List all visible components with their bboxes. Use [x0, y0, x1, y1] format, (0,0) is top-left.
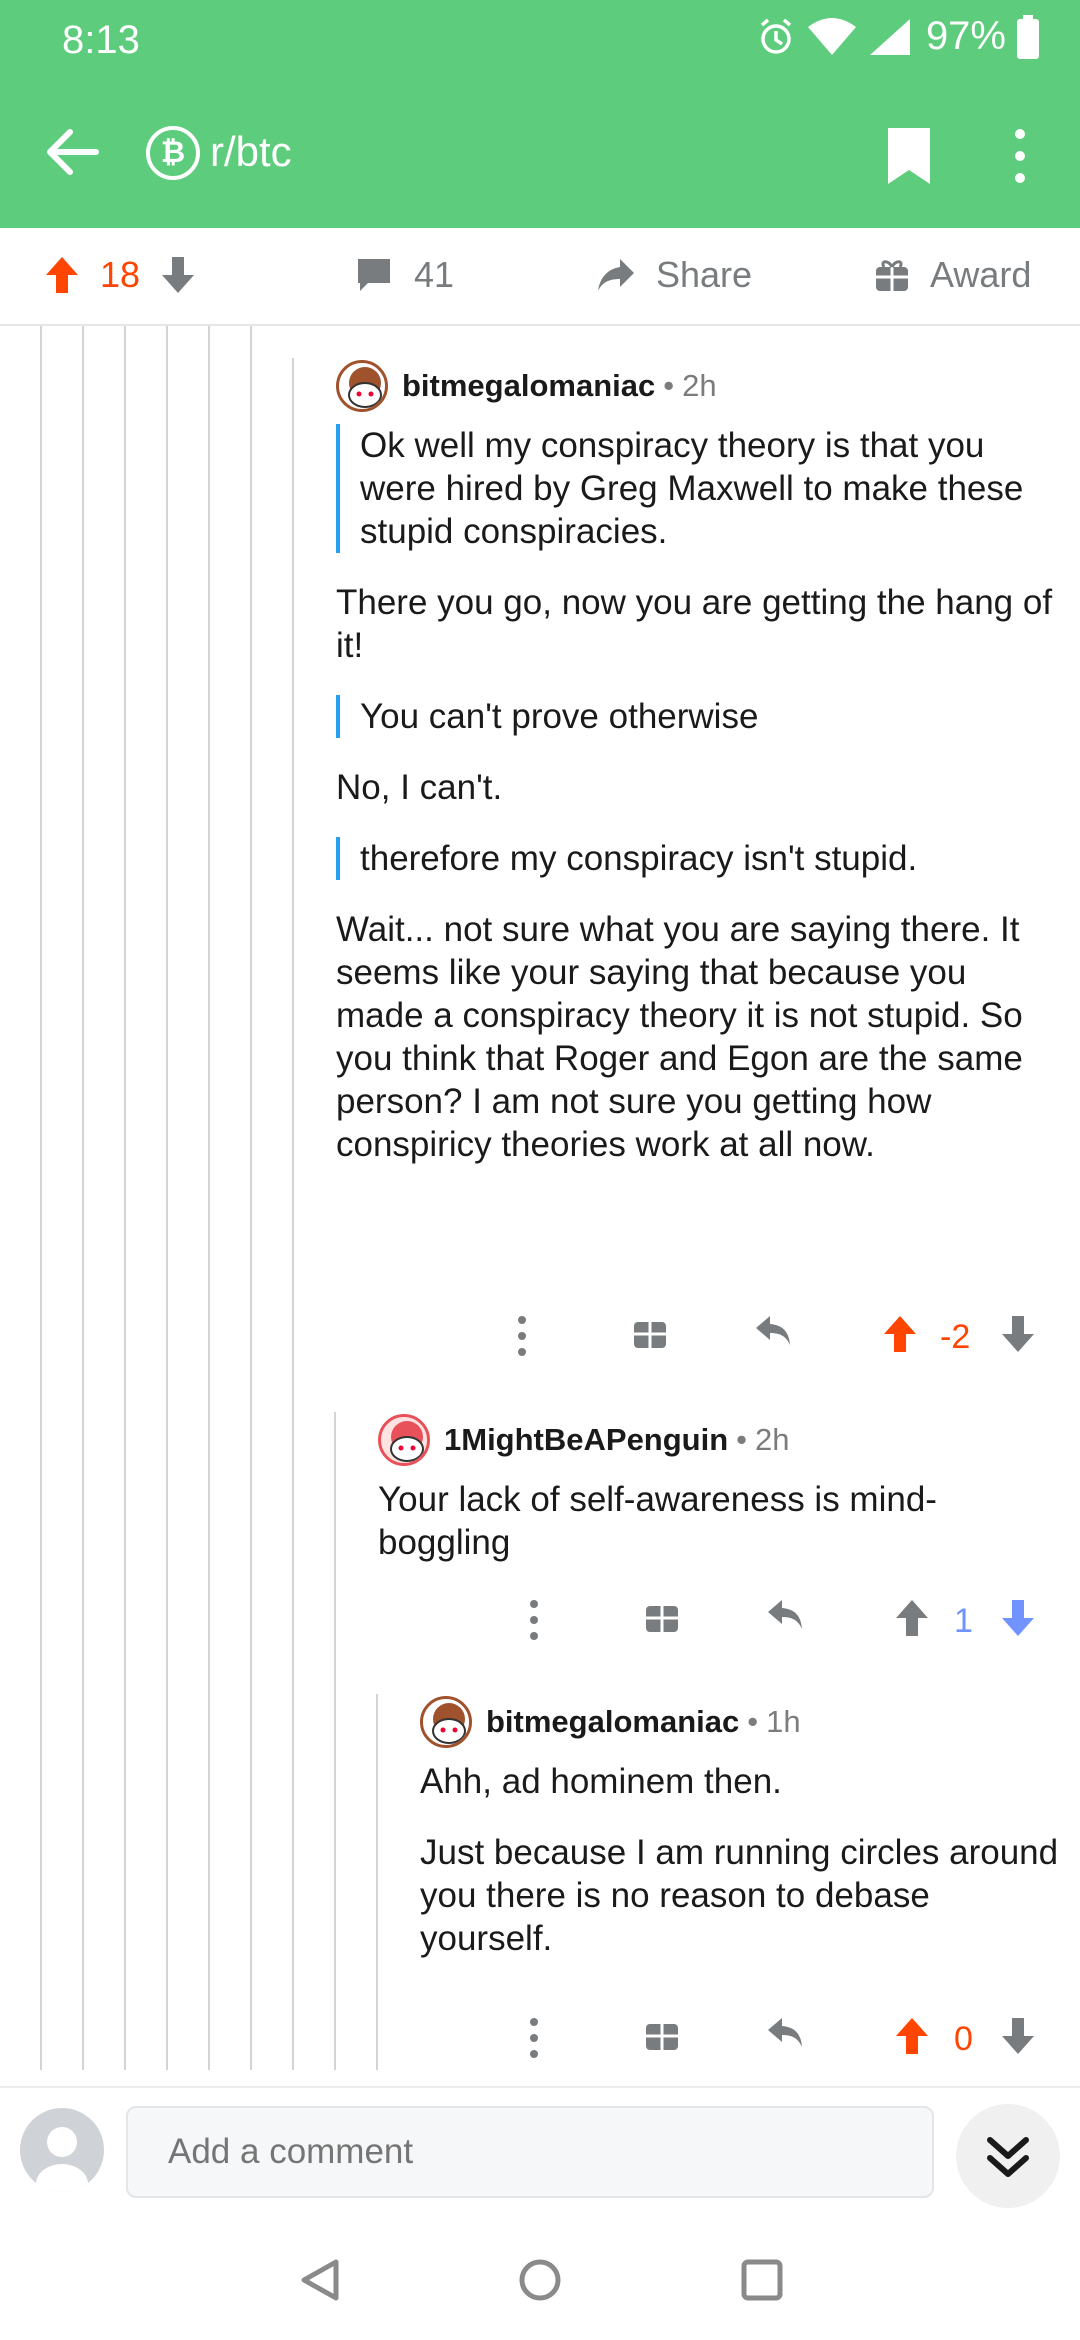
comment-header: 1MightBeAPenguin • 2h	[378, 1412, 1060, 1468]
comment-body: Ahh, ad hominem then. Just because I am …	[420, 1760, 1060, 1960]
add-comment-input[interactable]	[126, 2106, 934, 2198]
comment-quote: You can't prove otherwise	[336, 695, 1060, 738]
thread-line[interactable]	[124, 326, 126, 2070]
share-label: Share	[656, 254, 753, 295]
avatar[interactable]	[378, 1414, 430, 1466]
comment-time: 2h	[755, 1422, 790, 1457]
award-button[interactable]: Award	[874, 254, 1031, 296]
comment-score: -2	[940, 1318, 971, 1356]
comment-composer	[0, 2086, 1080, 2216]
more-options-icon[interactable]	[1002, 126, 1038, 186]
back-arrow-icon[interactable]	[40, 120, 104, 184]
nav-back-icon[interactable]	[298, 2258, 342, 2302]
comment-time: 1h	[766, 1704, 801, 1739]
comment-header: bitmegalomaniac • 2h	[336, 358, 1060, 414]
comment-author[interactable]: bitmegalomaniac	[486, 1704, 739, 1740]
status-bar: 8:13 97%	[0, 0, 1080, 80]
alarm-icon	[760, 18, 792, 54]
comment: 1MightBeAPenguin • 2h Your lack of self-…	[378, 1412, 1060, 1592]
downvote-icon[interactable]	[1000, 2016, 1036, 2056]
avatar[interactable]	[420, 1696, 472, 1748]
battery-percent: 97%	[925, 14, 1006, 58]
comment-paragraph: There you go, now you are getting the ha…	[336, 583, 1053, 665]
thread-line[interactable]	[40, 326, 42, 2070]
comment-author[interactable]: bitmegalomaniac	[402, 368, 655, 404]
battery-icon	[1017, 14, 1039, 59]
comment-paragraph: No, I can't.	[336, 768, 503, 807]
toolbar: ₿ r/btc	[0, 90, 1080, 220]
comment-count: 41	[414, 254, 455, 295]
comment-quote: therefore my conspiracy isn't stupid.	[336, 837, 1060, 880]
comment-actions: -2	[336, 1308, 1060, 1368]
jump-to-next-button[interactable]	[956, 2104, 1060, 2208]
more-options-icon[interactable]	[526, 2016, 542, 2060]
snoo-avatar-icon	[348, 367, 382, 408]
reply-icon[interactable]	[766, 2016, 806, 2052]
post-score: 18	[100, 254, 141, 295]
comment-time: 2h	[682, 368, 717, 403]
comment-paragraph: Ahh, ad hominem then.	[420, 1762, 782, 1801]
comment-quote: Ok well my conspiracy theory is that you…	[336, 424, 1060, 553]
downvote-icon[interactable]	[160, 255, 196, 295]
post-action-bar: 18 41 Share Award	[0, 228, 1080, 326]
post-vote-group: 18	[44, 254, 196, 296]
gift-icon	[876, 260, 908, 291]
upvote-icon[interactable]	[894, 1598, 930, 1638]
avatar[interactable]	[20, 2108, 104, 2192]
thread-line[interactable]	[166, 326, 168, 2070]
avatar[interactable]	[336, 360, 388, 412]
comment: bitmegalomaniac • 2h Ok well my conspira…	[336, 358, 1060, 1194]
comment-actions: 0	[348, 2010, 1060, 2070]
signal-icon	[869, 18, 910, 55]
upvote-icon[interactable]	[882, 1314, 918, 1354]
comments-button[interactable]: 41	[354, 254, 454, 296]
upvote-icon[interactable]	[894, 2016, 930, 2056]
nav-home-icon[interactable]	[518, 2258, 562, 2302]
thread-line[interactable]	[292, 358, 294, 2070]
snoo-avatar-icon	[432, 1703, 466, 1744]
comment-icon	[358, 259, 390, 291]
share-button[interactable]: Share	[596, 254, 752, 296]
snoo-avatar-icon	[390, 1421, 424, 1462]
system-navigation-bar	[0, 2216, 1080, 2340]
comment-score: 1	[954, 1602, 973, 1640]
reply-icon[interactable]	[754, 1314, 794, 1350]
more-options-icon[interactable]	[526, 1598, 542, 1642]
comment-paragraph: Just because I am running circles around…	[420, 1833, 1059, 1958]
comment-actions: 1	[348, 1592, 1060, 1652]
bookmark-icon[interactable]	[884, 126, 934, 186]
gift-icon[interactable]	[632, 1314, 668, 1350]
comment-paragraph: Your lack of self-awareness is mind-bogg…	[378, 1480, 937, 1562]
nav-recents-icon[interactable]	[740, 2258, 784, 2302]
thread-line[interactable]	[82, 326, 84, 2070]
share-icon	[598, 259, 634, 291]
user-icon	[36, 2127, 88, 2192]
reply-icon[interactable]	[766, 1598, 806, 1634]
bitcoin-icon[interactable]: ₿	[146, 126, 200, 180]
subreddit-name[interactable]: r/btc	[210, 128, 292, 176]
upvote-icon[interactable]	[44, 255, 80, 295]
thread-line[interactable]	[334, 1412, 336, 2070]
comment-paragraph: Wait... not sure what you are saying the…	[336, 910, 1023, 1164]
app-header: 8:13 97% ₿ r/btc	[0, 0, 1080, 228]
comment-header: bitmegalomaniac • 1h	[420, 1694, 1060, 1750]
more-options-icon[interactable]	[514, 1314, 530, 1358]
chevron-double-down-icon	[987, 2137, 1029, 2177]
comment-body: Ok well my conspiracy theory is that you…	[336, 424, 1060, 1166]
gift-icon[interactable]	[644, 2016, 680, 2052]
comment-body: Your lack of self-awareness is mind-bogg…	[378, 1478, 1060, 1564]
status-time: 8:13	[62, 18, 140, 62]
gift-icon[interactable]	[644, 1598, 680, 1634]
thread-line[interactable]	[208, 326, 210, 2070]
wifi-icon	[807, 17, 856, 55]
thread-line[interactable]	[250, 326, 252, 2070]
award-label: Award	[930, 254, 1032, 295]
comment-author[interactable]: 1MightBeAPenguin	[444, 1422, 728, 1458]
comment: bitmegalomaniac • 1h Ahh, ad hominem the…	[420, 1694, 1060, 1988]
comment-score: 0	[954, 2020, 973, 2058]
downvote-icon[interactable]	[1000, 1314, 1036, 1354]
downvote-icon[interactable]	[1000, 1598, 1036, 1638]
